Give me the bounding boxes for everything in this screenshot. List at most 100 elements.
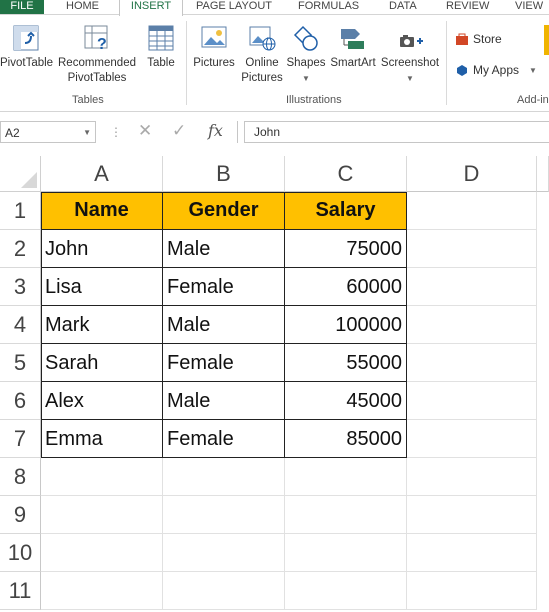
cell-b9[interactable]: [163, 496, 285, 534]
column-header-e[interactable]: [537, 156, 549, 192]
cell-a4[interactable]: Mark: [41, 306, 163, 344]
cell-a10[interactable]: [41, 534, 163, 572]
recommended-line1: Recommended: [58, 57, 136, 69]
screenshot-icon: [400, 35, 423, 47]
name-box[interactable]: A2 ▼: [0, 121, 96, 143]
cell-b4[interactable]: Male: [163, 306, 285, 344]
cell-b6[interactable]: Male: [163, 382, 285, 420]
row-header-1[interactable]: 1: [0, 192, 41, 230]
formula-bar-grip-icon[interactable]: ⋮: [110, 125, 122, 139]
table-border-left: [41, 192, 42, 458]
cell-a8[interactable]: [41, 458, 163, 496]
row-header-11[interactable]: 11: [0, 572, 41, 610]
cell-a3[interactable]: Lisa: [41, 268, 163, 306]
select-all-button[interactable]: [0, 156, 41, 192]
cell-c11[interactable]: [285, 572, 407, 610]
tab-page-layout[interactable]: PAGE LAYOUT: [196, 0, 272, 14]
cell-d5[interactable]: [407, 344, 537, 382]
cell-a6[interactable]: Alex: [41, 382, 163, 420]
cell-d1[interactable]: [407, 192, 537, 230]
cell-b3[interactable]: Female: [163, 268, 285, 306]
cell-c6[interactable]: 45000: [285, 382, 407, 420]
row-header-9[interactable]: 9: [0, 496, 41, 534]
row-header-8[interactable]: 8: [0, 458, 41, 496]
cell-b8[interactable]: [163, 458, 285, 496]
smartart-icon: [341, 29, 364, 49]
cancel-icon[interactable]: ✕: [138, 121, 152, 141]
cell-b10[interactable]: [163, 534, 285, 572]
cell-d10[interactable]: [407, 534, 537, 572]
cell-c8[interactable]: [285, 458, 407, 496]
row-header-2[interactable]: 2: [0, 230, 41, 268]
cell-d7[interactable]: [407, 420, 537, 458]
cell-c1[interactable]: Salary: [285, 192, 407, 230]
tab-insert[interactable]: INSERT: [119, 0, 183, 16]
cell-d2[interactable]: [407, 230, 537, 268]
illustrations-group-label: Illustrations: [286, 94, 342, 106]
my-apps-dropdown-icon: ▼: [529, 65, 537, 75]
cell-d8[interactable]: [407, 458, 537, 496]
apps-for-office-icon[interactable]: [544, 25, 549, 55]
pictures-button[interactable]: Pictures: [191, 23, 237, 71]
my-apps-label: My Apps: [473, 63, 520, 77]
table-label: Table: [147, 57, 175, 69]
tab-formulas[interactable]: FORMULAS: [298, 0, 359, 14]
cell-d9[interactable]: [407, 496, 537, 534]
column-header-c[interactable]: C: [285, 156, 407, 192]
cell-c4[interactable]: 100000: [285, 306, 407, 344]
online-pictures-button[interactable]: Online Pictures: [239, 23, 285, 86]
cell-a11[interactable]: [41, 572, 163, 610]
column-header-d[interactable]: D: [407, 156, 537, 192]
tab-home[interactable]: HOME: [66, 0, 99, 14]
cell-c5[interactable]: 55000: [285, 344, 407, 382]
cell-a7[interactable]: Emma: [41, 420, 163, 458]
smartart-button[interactable]: SmartArt: [327, 23, 379, 71]
name-box-dropdown-icon[interactable]: ▼: [83, 122, 91, 144]
screenshot-button[interactable]: Screenshot ▼: [380, 23, 440, 86]
cell-c9[interactable]: [285, 496, 407, 534]
cell-d4[interactable]: [407, 306, 537, 344]
row-header-7[interactable]: 7: [0, 420, 41, 458]
cell-a1[interactable]: Name: [41, 192, 163, 230]
my-apps-button[interactable]: My Apps ▼: [455, 63, 537, 77]
cell-c2[interactable]: 75000: [285, 230, 407, 268]
row-header-6[interactable]: 6: [0, 382, 41, 420]
tables-group-label: Tables: [72, 94, 104, 106]
online-line2: Pictures: [241, 72, 283, 84]
tab-view[interactable]: VIEW: [515, 0, 543, 14]
pivottable-button[interactable]: PivotTable: [0, 23, 53, 71]
formula-input[interactable]: John: [244, 121, 549, 143]
cell-c7[interactable]: 85000: [285, 420, 407, 458]
cell-a5[interactable]: Sarah: [41, 344, 163, 382]
cell-c3[interactable]: 60000: [285, 268, 407, 306]
cell-b2[interactable]: Male: [163, 230, 285, 268]
row-header-4[interactable]: 4: [0, 306, 41, 344]
table-button[interactable]: Table: [142, 23, 180, 71]
cell-d3[interactable]: [407, 268, 537, 306]
column-header-b[interactable]: B: [163, 156, 285, 192]
tab-data[interactable]: DATA: [389, 0, 417, 14]
cell-a9[interactable]: [41, 496, 163, 534]
column-header-a[interactable]: A: [41, 156, 163, 192]
cell-b11[interactable]: [163, 572, 285, 610]
tab-review[interactable]: REVIEW: [446, 0, 489, 14]
insert-function-icon[interactable]: fx: [208, 121, 223, 140]
store-button[interactable]: Store: [455, 32, 502, 46]
store-icon: [456, 33, 468, 45]
enter-icon[interactable]: ✓: [172, 121, 186, 141]
tab-file[interactable]: FILE: [0, 0, 44, 14]
cell-b1[interactable]: Gender: [163, 192, 285, 230]
cell-b7[interactable]: Female: [163, 420, 285, 458]
cell-d11[interactable]: [407, 572, 537, 610]
cell-b5[interactable]: Female: [163, 344, 285, 382]
cell-c10[interactable]: [285, 534, 407, 572]
row-header-10[interactable]: 10: [0, 534, 41, 572]
recommended-pivottables-button[interactable]: ? Recommended PivotTables: [56, 23, 138, 86]
row-header-3[interactable]: 3: [0, 268, 41, 306]
cell-a2[interactable]: John: [41, 230, 163, 268]
row-header-5[interactable]: 5: [0, 344, 41, 382]
addins-group-label: Add-in: [517, 94, 549, 106]
screenshot-dropdown-icon: ▼: [406, 74, 414, 83]
shapes-button[interactable]: Shapes ▼: [286, 23, 326, 86]
cell-d6[interactable]: [407, 382, 537, 420]
